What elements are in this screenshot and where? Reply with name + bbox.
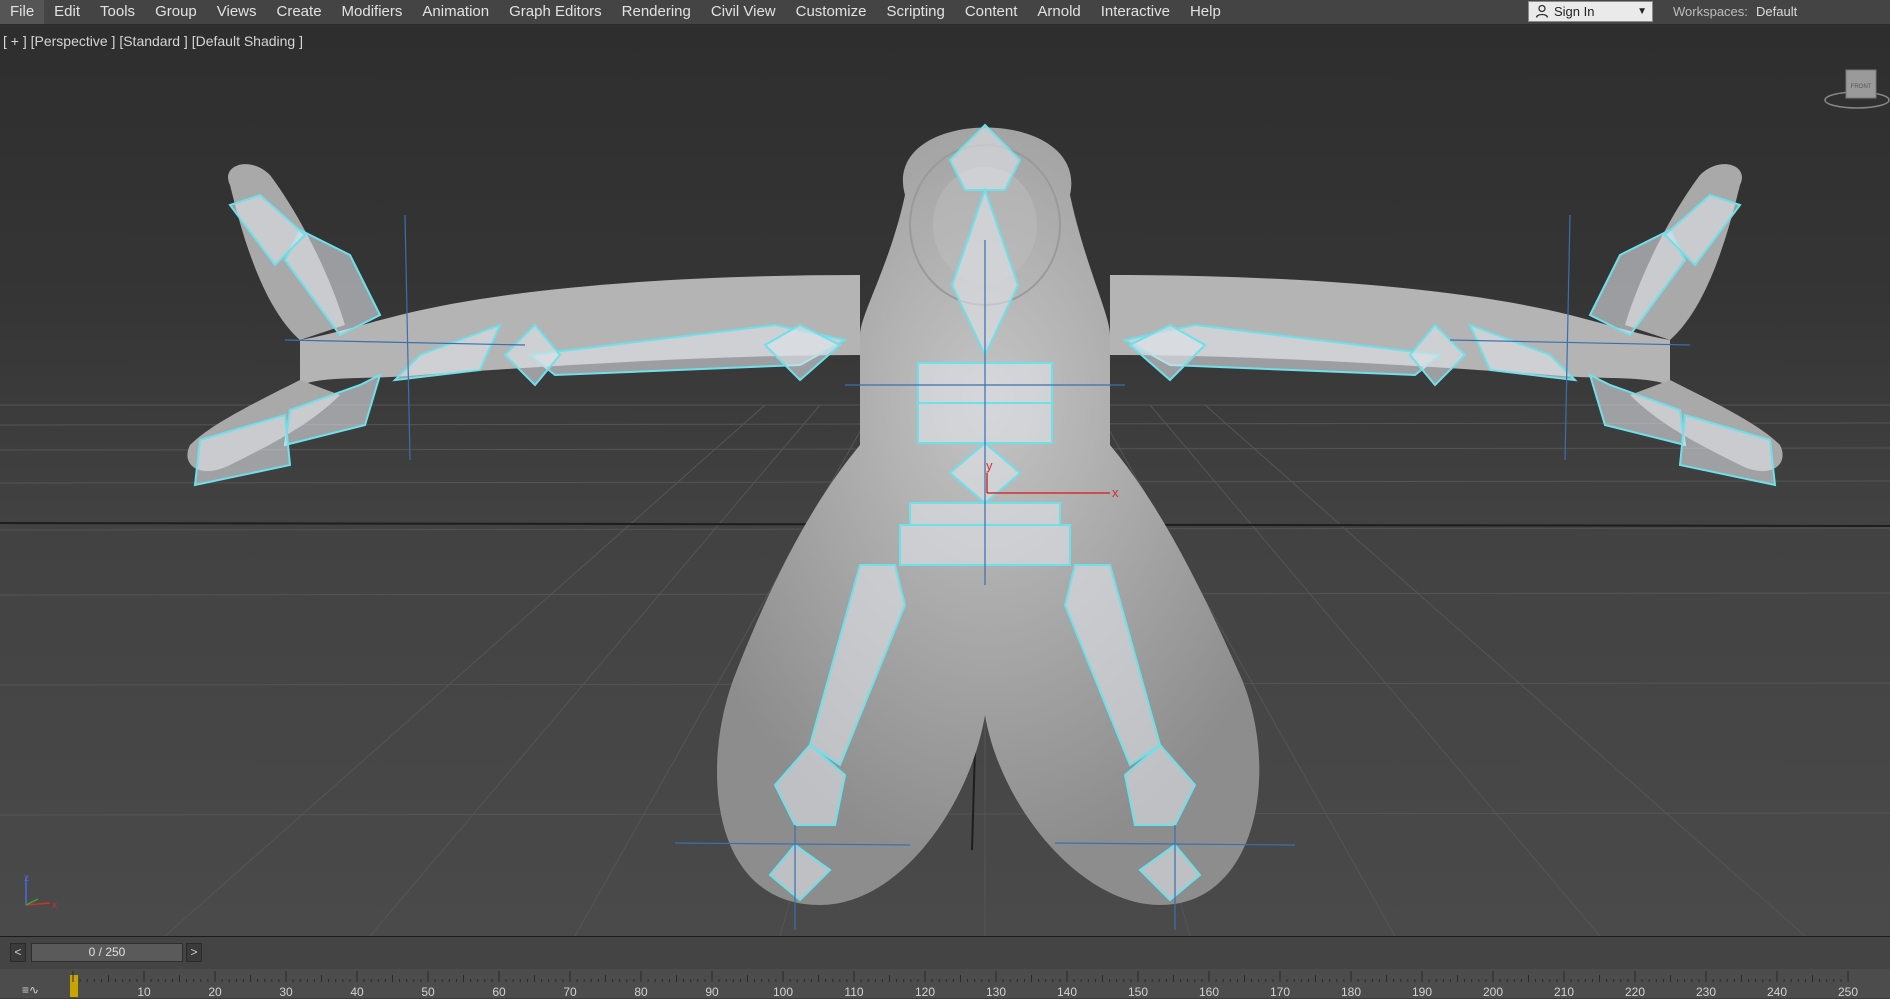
- view-cube[interactable]: FRONT: [1824, 69, 1890, 109]
- sign-in-dropdown[interactable]: Sign In ▼: [1528, 1, 1653, 22]
- gizmo-y-label: y: [986, 458, 993, 473]
- user-icon: [1535, 4, 1549, 18]
- menu-item-file[interactable]: File: [0, 0, 45, 24]
- menu-item-scripting[interactable]: Scripting: [876, 0, 954, 24]
- menu-items: File Edit Tools Group Views Create Modifiers An…: [0, 0, 1231, 24]
- menu-item-interactive[interactable]: Interactive: [1091, 0, 1180, 24]
- view-cube-label: FRONT: [1851, 84, 1872, 90]
- prev-frame-button[interactable]: <: [10, 943, 26, 962]
- time-slider-marker: [70, 975, 78, 997]
- menu-item-rendering[interactable]: Rendering: [612, 0, 701, 24]
- axis-x-label: x: [52, 900, 57, 911]
- menu-item-content[interactable]: Content: [955, 0, 1028, 24]
- menu-item-tools[interactable]: Tools: [90, 0, 145, 24]
- workspaces-label: Workspaces:: [1673, 4, 1748, 19]
- menu-item-graph-editors[interactable]: Graph Editors: [499, 0, 612, 24]
- menu-bar: File Edit Tools Group Views Create Modifiers An…: [0, 0, 1890, 25]
- chevron-down-icon: ▼: [1637, 6, 1647, 17]
- menu-item-help[interactable]: Help: [1180, 0, 1231, 24]
- gizmo-x-label: x: [1112, 485, 1119, 500]
- menu-item-customize[interactable]: Customize: [786, 0, 877, 24]
- menu-item-animation[interactable]: Animation: [412, 0, 499, 24]
- menu-item-create[interactable]: Create: [267, 0, 332, 24]
- axis-z-label: z: [24, 873, 29, 884]
- next-frame-button[interactable]: >: [186, 943, 202, 962]
- track-bar[interactable]: ≡∿ 10 20 30 40 50 60 70 80 90 100 110 120 130 140 150 1…: [0, 969, 1890, 999]
- time-slider[interactable]: 0 / 250: [31, 943, 183, 962]
- timeline: < 0 / 250 > ≡∿ 10 20 30 40 50 60 70 80 90 100 110 1…: [0, 936, 1890, 999]
- viewport-label[interactable]: [ + ] [Perspective ] [Standard ] [Defaul…: [3, 33, 303, 49]
- world-axis-tripod: z x: [24, 873, 57, 911]
- menu-item-views[interactable]: Views: [207, 0, 267, 24]
- scene-canvas: x y z x FRONT: [0, 69, 1890, 936]
- workspaces-dropdown[interactable]: Default: [1756, 0, 1797, 24]
- perspective-viewport[interactable]: x y z x FRONT [ + ] [Perspective ] [Stan…: [0, 25, 1890, 936]
- menu-item-arnold[interactable]: Arnold: [1027, 0, 1090, 24]
- menu-item-group[interactable]: Group: [145, 0, 207, 24]
- menu-item-modifiers[interactable]: Modifiers: [332, 0, 413, 24]
- menu-item-civil-view[interactable]: Civil View: [701, 0, 786, 24]
- menu-item-edit[interactable]: Edit: [44, 0, 90, 24]
- sign-in-label: Sign In: [1554, 4, 1595, 19]
